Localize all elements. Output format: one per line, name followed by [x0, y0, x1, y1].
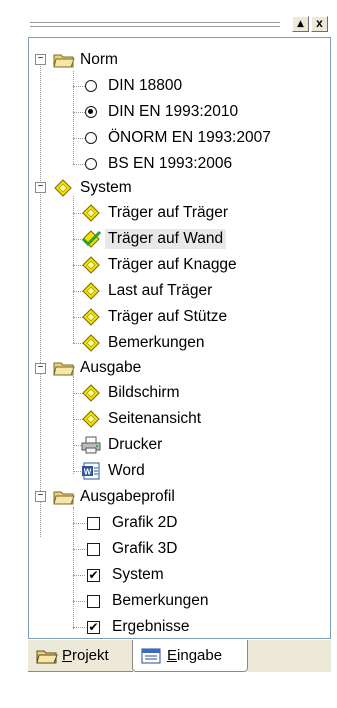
item-label: Seitenansicht: [108, 410, 202, 427]
system-item-traeger-auf-knagge[interactable]: Träger auf Knagge: [81, 254, 240, 276]
diamond-icon: [81, 410, 101, 428]
profil-item-bemerkungen[interactable]: Bemerkungen: [84, 590, 212, 612]
tab-projekt[interactable]: Projekt: [28, 640, 133, 672]
profil-item-grafik-2d[interactable]: Grafik 2D: [84, 512, 180, 534]
checkbox-checked[interactable]: ✔: [87, 620, 100, 634]
tree-node-label: System: [80, 179, 132, 196]
tree-node-label: Norm: [80, 51, 118, 68]
profil-item-grafik-3d[interactable]: Grafik 3D: [84, 538, 180, 560]
ausgabe-item-word[interactable]: W Word: [81, 460, 148, 482]
tab-strip: Projekt Eingabe: [28, 640, 331, 674]
radio-button[interactable]: [85, 132, 97, 144]
norm-option-bs-en-1993[interactable]: BS EN 1993:2006: [81, 153, 235, 175]
item-label: Bemerkungen: [108, 334, 205, 351]
item-label: Bemerkungen: [112, 592, 209, 609]
item-label: Bildschirm: [108, 384, 180, 401]
tree-node-norm[interactable]: Norm: [53, 49, 121, 71]
printer-icon: [81, 436, 101, 454]
norm-option-onorm-en-1993[interactable]: ÖNORM EN 1993:2007: [81, 127, 274, 149]
item-label: Ergebnisse: [112, 618, 190, 635]
diamond-icon: [81, 282, 101, 300]
item-label-selected: Träger auf Wand: [105, 229, 227, 249]
diamond-icon: [81, 256, 101, 274]
collapse-system-toggle[interactable]: −: [35, 182, 46, 193]
collapse-ausgabeprofil-toggle[interactable]: −: [35, 491, 46, 502]
diamond-icon: [53, 179, 73, 197]
system-item-traeger-auf-traeger[interactable]: Träger auf Träger: [81, 202, 231, 224]
norm-option-din-18800[interactable]: DIN 18800: [81, 75, 185, 97]
checkbox[interactable]: [87, 516, 100, 530]
profil-item-ergebnisse[interactable]: ✔ Ergebnisse: [84, 616, 193, 638]
item-label: Träger auf Stütze: [108, 308, 228, 325]
tab-label: Projekt: [62, 647, 109, 664]
title-grip[interactable]: [30, 20, 280, 30]
svg-text:W: W: [84, 468, 92, 477]
item-label: Last auf Träger: [108, 282, 213, 299]
item-label: Word: [108, 462, 145, 479]
diamond-icon: [81, 308, 101, 326]
option-label: ÖNORM EN 1993:2007: [108, 129, 271, 146]
item-label: Grafik 2D: [112, 514, 178, 531]
radio-button[interactable]: [85, 80, 97, 92]
radio-button[interactable]: [85, 158, 97, 170]
system-item-last-auf-traeger[interactable]: Last auf Träger: [81, 280, 215, 302]
item-label: Grafik 3D: [112, 540, 178, 557]
tree-panel-window: ▴ x − Norm DIN 18800 DIN EN 1993:2010 ÖN…: [0, 0, 337, 708]
ausgabe-item-seitenansicht[interactable]: Seitenansicht: [81, 408, 204, 430]
tree-node-label: Ausgabe: [80, 359, 142, 376]
system-item-traeger-auf-wand[interactable]: Träger auf Wand: [81, 228, 227, 250]
norm-option-din-en-1993[interactable]: DIN EN 1993:2010: [81, 101, 241, 123]
folder-open-icon: [53, 359, 75, 377]
tree-node-ausgabeprofil[interactable]: Ausgabeprofil: [53, 486, 178, 508]
system-item-bemerkungen[interactable]: Bemerkungen: [81, 332, 208, 354]
restore-button[interactable]: ▴: [292, 16, 309, 32]
close-button[interactable]: x: [311, 16, 328, 32]
system-item-traeger-auf-stuetze[interactable]: Träger auf Stütze: [81, 306, 230, 328]
tree-node-ausgabe[interactable]: Ausgabe: [53, 357, 144, 379]
tree-view[interactable]: − Norm DIN 18800 DIN EN 1993:2010 ÖNORM …: [28, 37, 331, 639]
item-label: Träger auf Knagge: [108, 256, 237, 273]
collapse-norm-toggle[interactable]: −: [35, 54, 46, 65]
diamond-icon: [81, 204, 101, 222]
checkbox[interactable]: [87, 594, 100, 608]
item-label: Drucker: [108, 436, 163, 453]
check-diamond-icon: [81, 230, 102, 248]
folder-open-icon: [36, 647, 58, 665]
word-icon: W: [81, 462, 101, 480]
option-label: BS EN 1993:2006: [108, 155, 233, 172]
option-label: DIN EN 1993:2010: [108, 103, 239, 120]
ausgabe-item-bildschirm[interactable]: Bildschirm: [81, 382, 182, 404]
item-label: Träger auf Träger: [108, 204, 229, 221]
tab-eingabe[interactable]: Eingabe: [132, 640, 248, 672]
checkbox[interactable]: [87, 542, 100, 556]
checkbox-checked[interactable]: ✔: [87, 568, 100, 582]
folder-open-icon: [53, 51, 75, 69]
form-icon: [141, 647, 161, 665]
radio-button-selected[interactable]: [85, 106, 97, 118]
profil-item-system[interactable]: ✔ System: [84, 564, 167, 586]
collapse-ausgabe-toggle[interactable]: −: [35, 363, 46, 374]
diamond-icon: [81, 384, 101, 402]
tree-node-label: Ausgabeprofil: [80, 488, 175, 505]
option-label: DIN 18800: [108, 77, 183, 94]
tab-label: Eingabe: [167, 647, 223, 664]
diamond-icon: [81, 334, 101, 352]
ausgabe-item-drucker[interactable]: Drucker: [81, 434, 165, 456]
folder-open-icon: [53, 488, 75, 506]
tree-node-system[interactable]: System: [53, 177, 135, 199]
item-label: System: [112, 566, 164, 583]
